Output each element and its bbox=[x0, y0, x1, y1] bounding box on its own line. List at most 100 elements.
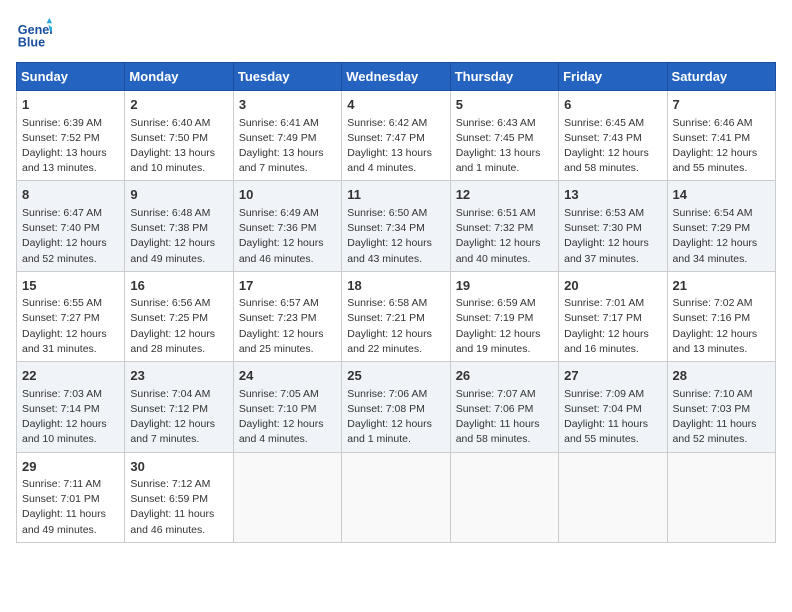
calendar-cell: 14Sunrise: 6:54 AM Sunset: 7:29 PM Dayli… bbox=[667, 181, 775, 271]
calendar-week-3: 15Sunrise: 6:55 AM Sunset: 7:27 PM Dayli… bbox=[17, 271, 776, 361]
calendar-cell: 7Sunrise: 6:46 AM Sunset: 7:41 PM Daylig… bbox=[667, 91, 775, 181]
day-info: Sunrise: 6:45 AM Sunset: 7:43 PM Dayligh… bbox=[564, 116, 661, 177]
day-number: 4 bbox=[347, 95, 444, 115]
calendar-cell: 18Sunrise: 6:58 AM Sunset: 7:21 PM Dayli… bbox=[342, 271, 450, 361]
calendar-cell: 2Sunrise: 6:40 AM Sunset: 7:50 PM Daylig… bbox=[125, 91, 233, 181]
day-info: Sunrise: 6:42 AM Sunset: 7:47 PM Dayligh… bbox=[347, 116, 444, 177]
page-header: General Blue bbox=[16, 16, 776, 52]
day-info: Sunrise: 6:51 AM Sunset: 7:32 PM Dayligh… bbox=[456, 206, 553, 267]
day-info: Sunrise: 6:55 AM Sunset: 7:27 PM Dayligh… bbox=[22, 296, 119, 357]
calendar-table: SundayMondayTuesdayWednesdayThursdayFrid… bbox=[16, 62, 776, 543]
calendar-cell bbox=[450, 452, 558, 542]
day-info: Sunrise: 6:56 AM Sunset: 7:25 PM Dayligh… bbox=[130, 296, 227, 357]
day-number: 13 bbox=[564, 185, 661, 205]
day-number: 15 bbox=[22, 276, 119, 296]
day-number: 28 bbox=[673, 366, 770, 386]
weekday-header-sunday: Sunday bbox=[17, 63, 125, 91]
calendar-cell bbox=[342, 452, 450, 542]
weekday-header-friday: Friday bbox=[559, 63, 667, 91]
day-number: 25 bbox=[347, 366, 444, 386]
day-number: 21 bbox=[673, 276, 770, 296]
calendar-cell: 12Sunrise: 6:51 AM Sunset: 7:32 PM Dayli… bbox=[450, 181, 558, 271]
day-info: Sunrise: 6:43 AM Sunset: 7:45 PM Dayligh… bbox=[456, 116, 553, 177]
day-number: 10 bbox=[239, 185, 336, 205]
calendar-week-5: 29Sunrise: 7:11 AM Sunset: 7:01 PM Dayli… bbox=[17, 452, 776, 542]
weekday-header-saturday: Saturday bbox=[667, 63, 775, 91]
calendar-cell: 5Sunrise: 6:43 AM Sunset: 7:45 PM Daylig… bbox=[450, 91, 558, 181]
day-info: Sunrise: 6:39 AM Sunset: 7:52 PM Dayligh… bbox=[22, 116, 119, 177]
day-number: 9 bbox=[130, 185, 227, 205]
day-info: Sunrise: 6:41 AM Sunset: 7:49 PM Dayligh… bbox=[239, 116, 336, 177]
day-info: Sunrise: 7:01 AM Sunset: 7:17 PM Dayligh… bbox=[564, 296, 661, 357]
day-number: 2 bbox=[130, 95, 227, 115]
calendar-cell: 28Sunrise: 7:10 AM Sunset: 7:03 PM Dayli… bbox=[667, 362, 775, 452]
day-number: 30 bbox=[130, 457, 227, 477]
day-number: 6 bbox=[564, 95, 661, 115]
day-number: 24 bbox=[239, 366, 336, 386]
svg-text:Blue: Blue bbox=[18, 36, 45, 50]
day-number: 16 bbox=[130, 276, 227, 296]
calendar-cell bbox=[559, 452, 667, 542]
day-info: Sunrise: 7:05 AM Sunset: 7:10 PM Dayligh… bbox=[239, 387, 336, 448]
day-number: 14 bbox=[673, 185, 770, 205]
calendar-cell: 20Sunrise: 7:01 AM Sunset: 7:17 PM Dayli… bbox=[559, 271, 667, 361]
calendar-cell: 1Sunrise: 6:39 AM Sunset: 7:52 PM Daylig… bbox=[17, 91, 125, 181]
calendar-cell: 4Sunrise: 6:42 AM Sunset: 7:47 PM Daylig… bbox=[342, 91, 450, 181]
day-info: Sunrise: 6:58 AM Sunset: 7:21 PM Dayligh… bbox=[347, 296, 444, 357]
calendar-cell: 23Sunrise: 7:04 AM Sunset: 7:12 PM Dayli… bbox=[125, 362, 233, 452]
weekday-header-thursday: Thursday bbox=[450, 63, 558, 91]
day-info: Sunrise: 7:04 AM Sunset: 7:12 PM Dayligh… bbox=[130, 387, 227, 448]
day-info: Sunrise: 6:54 AM Sunset: 7:29 PM Dayligh… bbox=[673, 206, 770, 267]
day-info: Sunrise: 6:49 AM Sunset: 7:36 PM Dayligh… bbox=[239, 206, 336, 267]
calendar-cell: 21Sunrise: 7:02 AM Sunset: 7:16 PM Dayli… bbox=[667, 271, 775, 361]
day-info: Sunrise: 7:02 AM Sunset: 7:16 PM Dayligh… bbox=[673, 296, 770, 357]
calendar-cell: 10Sunrise: 6:49 AM Sunset: 7:36 PM Dayli… bbox=[233, 181, 341, 271]
day-number: 19 bbox=[456, 276, 553, 296]
calendar-cell: 29Sunrise: 7:11 AM Sunset: 7:01 PM Dayli… bbox=[17, 452, 125, 542]
day-info: Sunrise: 7:06 AM Sunset: 7:08 PM Dayligh… bbox=[347, 387, 444, 448]
day-info: Sunrise: 7:09 AM Sunset: 7:04 PM Dayligh… bbox=[564, 387, 661, 448]
calendar-cell: 17Sunrise: 6:57 AM Sunset: 7:23 PM Dayli… bbox=[233, 271, 341, 361]
calendar-cell: 24Sunrise: 7:05 AM Sunset: 7:10 PM Dayli… bbox=[233, 362, 341, 452]
day-info: Sunrise: 6:53 AM Sunset: 7:30 PM Dayligh… bbox=[564, 206, 661, 267]
day-number: 1 bbox=[22, 95, 119, 115]
day-number: 8 bbox=[22, 185, 119, 205]
day-number: 29 bbox=[22, 457, 119, 477]
day-number: 3 bbox=[239, 95, 336, 115]
calendar-cell: 22Sunrise: 7:03 AM Sunset: 7:14 PM Dayli… bbox=[17, 362, 125, 452]
day-info: Sunrise: 7:07 AM Sunset: 7:06 PM Dayligh… bbox=[456, 387, 553, 448]
calendar-cell: 15Sunrise: 6:55 AM Sunset: 7:27 PM Dayli… bbox=[17, 271, 125, 361]
day-number: 17 bbox=[239, 276, 336, 296]
day-number: 26 bbox=[456, 366, 553, 386]
calendar-cell bbox=[233, 452, 341, 542]
day-info: Sunrise: 6:46 AM Sunset: 7:41 PM Dayligh… bbox=[673, 116, 770, 177]
calendar-cell: 3Sunrise: 6:41 AM Sunset: 7:49 PM Daylig… bbox=[233, 91, 341, 181]
day-number: 7 bbox=[673, 95, 770, 115]
day-info: Sunrise: 6:57 AM Sunset: 7:23 PM Dayligh… bbox=[239, 296, 336, 357]
day-info: Sunrise: 7:12 AM Sunset: 6:59 PM Dayligh… bbox=[130, 477, 227, 538]
calendar-cell: 27Sunrise: 7:09 AM Sunset: 7:04 PM Dayli… bbox=[559, 362, 667, 452]
day-info: Sunrise: 7:03 AM Sunset: 7:14 PM Dayligh… bbox=[22, 387, 119, 448]
day-info: Sunrise: 6:47 AM Sunset: 7:40 PM Dayligh… bbox=[22, 206, 119, 267]
calendar-cell bbox=[667, 452, 775, 542]
logo-icon: General Blue bbox=[16, 16, 52, 52]
calendar-week-1: 1Sunrise: 6:39 AM Sunset: 7:52 PM Daylig… bbox=[17, 91, 776, 181]
logo: General Blue bbox=[16, 16, 56, 52]
day-number: 12 bbox=[456, 185, 553, 205]
calendar-cell: 25Sunrise: 7:06 AM Sunset: 7:08 PM Dayli… bbox=[342, 362, 450, 452]
calendar-week-2: 8Sunrise: 6:47 AM Sunset: 7:40 PM Daylig… bbox=[17, 181, 776, 271]
calendar-cell: 30Sunrise: 7:12 AM Sunset: 6:59 PM Dayli… bbox=[125, 452, 233, 542]
day-info: Sunrise: 6:40 AM Sunset: 7:50 PM Dayligh… bbox=[130, 116, 227, 177]
day-number: 23 bbox=[130, 366, 227, 386]
day-number: 27 bbox=[564, 366, 661, 386]
day-number: 22 bbox=[22, 366, 119, 386]
day-number: 11 bbox=[347, 185, 444, 205]
calendar-cell: 11Sunrise: 6:50 AM Sunset: 7:34 PM Dayli… bbox=[342, 181, 450, 271]
day-info: Sunrise: 6:50 AM Sunset: 7:34 PM Dayligh… bbox=[347, 206, 444, 267]
day-number: 18 bbox=[347, 276, 444, 296]
calendar-cell: 16Sunrise: 6:56 AM Sunset: 7:25 PM Dayli… bbox=[125, 271, 233, 361]
weekday-header-monday: Monday bbox=[125, 63, 233, 91]
day-info: Sunrise: 7:11 AM Sunset: 7:01 PM Dayligh… bbox=[22, 477, 119, 538]
calendar-header: SundayMondayTuesdayWednesdayThursdayFrid… bbox=[17, 63, 776, 91]
calendar-cell: 8Sunrise: 6:47 AM Sunset: 7:40 PM Daylig… bbox=[17, 181, 125, 271]
